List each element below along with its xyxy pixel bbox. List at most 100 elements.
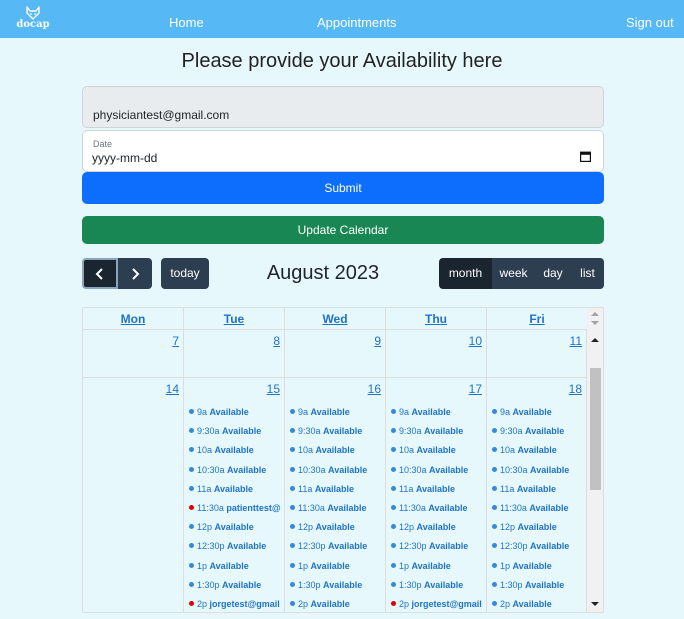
- event-time: 10:30a: [197, 464, 228, 475]
- calendar-event[interactable]: 10a Available: [188, 443, 284, 462]
- calendar-event[interactable]: 10:30a Available: [390, 463, 486, 482]
- calendar-event[interactable]: 1p Available: [289, 559, 385, 578]
- calendar-event[interactable]: 10:30a Available: [188, 463, 284, 482]
- day-cell[interactable]: 15 9a Available 9:30a Available 10a Availab…: [184, 378, 285, 612]
- scrollbar-thumb[interactable]: [590, 368, 601, 490]
- logo[interactable]: docap: [16, 6, 50, 36]
- day-cell[interactable]: 16 9a Available 9:30a Available 10a Availab…: [285, 378, 386, 612]
- calendar-event[interactable]: 2p jorgetest@gmail: [390, 597, 486, 612]
- day-header-mon[interactable]: Mon: [83, 308, 184, 330]
- calendar-event[interactable]: 12:30p Available: [390, 539, 486, 558]
- calendar-event[interactable]: 1:30p Available: [491, 578, 587, 597]
- calendar-event[interactable]: 1p Available: [390, 559, 486, 578]
- view-day-button[interactable]: day: [535, 258, 571, 289]
- day-header-thu[interactable]: Thu: [386, 308, 487, 330]
- day-number[interactable]: 14: [166, 382, 179, 396]
- calendar-event[interactable]: 11:30a patienttest@: [188, 501, 284, 520]
- calendar-event[interactable]: 10a Available: [390, 443, 486, 462]
- calendar-event[interactable]: 1p Available: [491, 559, 587, 578]
- calendar-event[interactable]: 12p Available: [289, 520, 385, 539]
- event-time: 12p: [298, 522, 316, 533]
- day-cell[interactable]: 8: [184, 330, 285, 377]
- view-list-button[interactable]: list: [571, 258, 604, 289]
- event-dot-icon: [391, 562, 396, 568]
- calendar-event[interactable]: 9:30a Available: [289, 424, 385, 443]
- calendar-event[interactable]: 2p Available: [289, 597, 385, 612]
- calendar-event[interactable]: 1:30p Available: [188, 578, 284, 597]
- day-header-fri[interactable]: Fri: [487, 308, 588, 330]
- day-number[interactable]: 16: [368, 382, 381, 396]
- scroll-up-icon[interactable]: [591, 311, 599, 317]
- scroll-down-arrow-icon[interactable]: [591, 601, 599, 607]
- day-cell[interactable]: 18 9a Available 9:30a Available 10a Availab…: [487, 378, 587, 612]
- chevron-left-icon: [95, 268, 103, 280]
- prev-button[interactable]: [82, 258, 118, 289]
- day-number[interactable]: 11: [570, 334, 582, 348]
- event-dot-icon: [492, 428, 497, 434]
- calendar-event[interactable]: 9a Available: [188, 405, 284, 424]
- calendar-event[interactable]: 2p jorgetest@gmail: [188, 597, 284, 612]
- day-cell[interactable]: 17 9a Available 9:30a Available 10a Availab…: [386, 378, 487, 612]
- view-month-button[interactable]: month: [439, 258, 492, 289]
- day-cell[interactable]: 14: [83, 378, 184, 612]
- calendar-event[interactable]: 10:30a Available: [491, 463, 587, 482]
- nav-signout-link[interactable]: Sign out: [626, 15, 674, 30]
- calendar-event[interactable]: 9:30a Available: [491, 424, 587, 443]
- day-number[interactable]: 10: [469, 334, 482, 348]
- calendar-event[interactable]: 1:30p Available: [289, 578, 385, 597]
- calendar-event[interactable]: 12:30p Available: [491, 539, 587, 558]
- day-cell[interactable]: 9: [285, 330, 386, 377]
- calendar-event[interactable]: 9:30a Available: [188, 424, 284, 443]
- calendar-event[interactable]: 10:30a Available: [289, 463, 385, 482]
- day-header-wed[interactable]: Wed: [285, 308, 386, 330]
- day-number[interactable]: 9: [374, 334, 381, 348]
- calendar-event[interactable]: 12p Available: [390, 520, 486, 539]
- calendar-event[interactable]: 9:30a Available: [390, 424, 486, 443]
- day-number[interactable]: 18: [569, 382, 582, 396]
- date-input[interactable]: yyyy-mm-dd: [92, 151, 157, 165]
- calendar-event[interactable]: 11:30a Available: [289, 501, 385, 520]
- calendar-event[interactable]: 11a Available: [289, 482, 385, 501]
- calendar-event[interactable]: 2p Available: [491, 597, 587, 612]
- day-header-tue[interactable]: Tue: [184, 308, 285, 330]
- scroll-up-arrow-icon[interactable]: [591, 337, 599, 343]
- calendar-event[interactable]: 9a Available: [491, 405, 587, 424]
- nav-home-link[interactable]: Home: [169, 15, 204, 30]
- calendar-event[interactable]: 11:30a Available: [491, 501, 587, 520]
- calendar-event[interactable]: 11a Available: [491, 482, 587, 501]
- calendar-event[interactable]: 10a Available: [491, 443, 587, 462]
- nav-appointments-link[interactable]: Appointments: [317, 15, 397, 30]
- calendar-event[interactable]: 11a Available: [188, 482, 284, 501]
- day-cell[interactable]: 10: [386, 330, 487, 377]
- event-title: Available: [213, 483, 254, 494]
- calendar-event[interactable]: 12:30p Available: [289, 539, 385, 558]
- day-number[interactable]: 17: [469, 382, 482, 396]
- day-cell[interactable]: 11: [487, 330, 587, 377]
- event-dot-icon: [290, 581, 295, 587]
- scroll-down-icon[interactable]: [591, 320, 599, 326]
- calendar-event[interactable]: 12p Available: [491, 520, 587, 539]
- view-week-button[interactable]: week: [492, 258, 535, 289]
- calendar-event[interactable]: 11:30a Available: [390, 501, 486, 520]
- calendar-icon[interactable]: [580, 151, 591, 162]
- update-calendar-button[interactable]: Update Calendar: [82, 216, 604, 244]
- calendar-event[interactable]: 9a Available: [289, 405, 385, 424]
- scrollbar[interactable]: [587, 308, 603, 612]
- calendar-event[interactable]: 12p Available: [188, 520, 284, 539]
- submit-button[interactable]: Submit: [82, 172, 604, 204]
- event-dot-icon: [189, 581, 194, 587]
- email-field[interactable]: physiciantest@gmail.com: [82, 86, 604, 128]
- calendar-event[interactable]: 1:30p Available: [390, 578, 486, 597]
- day-number[interactable]: 15: [267, 382, 280, 396]
- day-number[interactable]: 7: [172, 334, 179, 348]
- date-field[interactable]: Date yyyy-mm-dd: [82, 130, 604, 172]
- day-cell[interactable]: 7: [83, 330, 184, 377]
- today-button[interactable]: today: [161, 258, 209, 289]
- calendar-event[interactable]: 9a Available: [390, 405, 486, 424]
- calendar-event[interactable]: 11a Available: [390, 482, 486, 501]
- calendar-event[interactable]: 12:30p Available: [188, 539, 284, 558]
- day-number[interactable]: 8: [273, 334, 280, 348]
- calendar-event[interactable]: 10a Available: [289, 443, 385, 462]
- next-button[interactable]: [118, 258, 152, 289]
- calendar-event[interactable]: 1p Available: [188, 559, 284, 578]
